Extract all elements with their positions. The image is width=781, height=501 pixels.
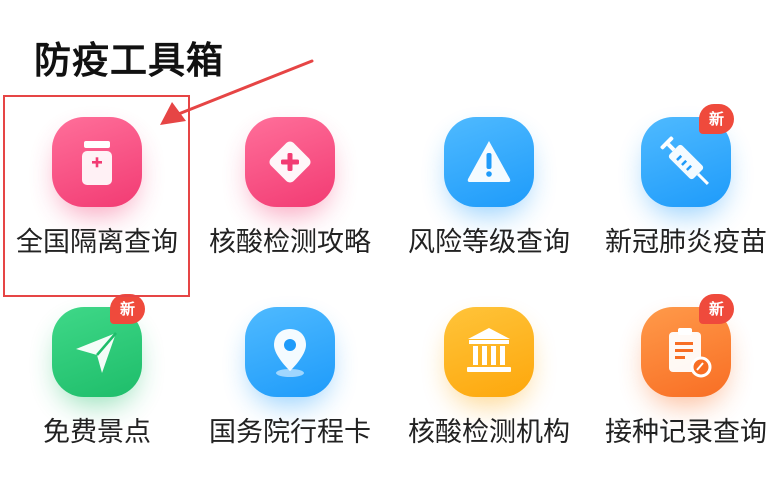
tool-label: 接种记录查询 <box>605 417 767 448</box>
new-badge: 新 <box>699 294 734 324</box>
tool-free-attractions[interactable]: 新 免费景点 <box>0 285 197 475</box>
new-badge: 新 <box>699 104 734 134</box>
tool-risk-level-query[interactable]: 风险等级查询 <box>389 95 589 285</box>
tool-label: 核酸检测攻略 <box>209 227 371 258</box>
pointer-arrow-icon <box>160 59 314 125</box>
tool-itinerary-card[interactable]: 国务院行程卡 <box>190 285 390 475</box>
institution-building-icon <box>444 307 534 397</box>
tool-nucleic-test-institutions[interactable]: 核酸检测机构 <box>389 285 589 475</box>
tool-label: 新冠肺炎疫苗 <box>605 227 767 258</box>
location-pin-icon <box>245 307 335 397</box>
tool-label: 国务院行程卡 <box>209 417 371 448</box>
tool-label: 风险等级查询 <box>408 227 570 258</box>
tool-vaccination-record-query[interactable]: 新 接种记录查询 <box>586 285 781 475</box>
tool-covid-vaccine[interactable]: 新 新冠肺炎疫苗 <box>586 95 781 285</box>
new-badge: 新 <box>110 294 145 324</box>
tool-label: 核酸检测机构 <box>408 417 570 448</box>
warning-triangle-icon <box>444 117 534 207</box>
tool-label: 免费景点 <box>43 417 151 448</box>
